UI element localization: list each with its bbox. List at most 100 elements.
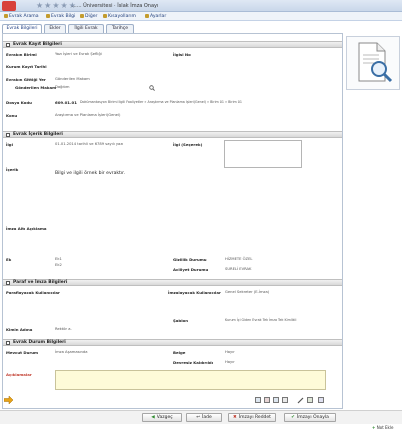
kurum-kayit-tarihi-label: Kurum Kayıt Tarihi (6, 64, 47, 69)
ilgi-seperek-label: İlgi (Seçerek) (173, 142, 203, 147)
evrak-birimi-value: Yazı İşleri ve Evrak Şefliği (55, 52, 102, 56)
tab-tarihce[interactable]: Tarihçe (106, 24, 134, 33)
section-title: Evrak Durum Bilgileri (13, 340, 66, 345)
reject-icon: ✖ (233, 415, 237, 420)
section-title: Evrak Kayıt Bilgileri (13, 42, 62, 47)
search-icon (4, 13, 8, 18)
sablon-label: Şablon (173, 318, 188, 323)
button-label: Vazgeç (156, 415, 173, 420)
window-title: ...... Üniversitesi · İslak İmza Onayı (72, 3, 159, 9)
approve-icon: ✔ (291, 415, 295, 420)
return-icon: ↩ (196, 415, 201, 420)
menu-label: Evrak Arama (9, 14, 39, 19)
ek-label: Ek (6, 257, 12, 262)
konu-label: Konu (6, 113, 18, 118)
icerik-label: İçerik (6, 167, 19, 172)
menu-label: Diğer (85, 14, 98, 19)
document-search-icon (358, 42, 393, 83)
action-bar: ◀ Vazgeç ↩ İade ✖ İmzayı Reddet ✔ İmzayı Ona… (0, 410, 402, 424)
save-icon[interactable] (255, 397, 261, 403)
arrow-right-icon[interactable] (4, 396, 13, 404)
button-label: İmzayı Onayla (296, 415, 329, 420)
section-durum-header[interactable]: Evrak Durum Bilgileri (3, 339, 342, 346)
collapse-icon[interactable] (6, 43, 10, 47)
user-icon[interactable] (318, 397, 324, 403)
search-icon[interactable] (149, 85, 155, 91)
button-label: İmzayı Reddet (238, 415, 271, 420)
devresiz-label: Devresiz Kaldırıldı (173, 360, 214, 365)
gonderilen-makam-value: Dağıtım (55, 85, 70, 89)
dosya-kodu-desc: Dokümantasyon Birimi İlgili Faaliyetler … (80, 100, 242, 104)
aciliyet-label: Aciliyet Durumu (173, 267, 209, 272)
folder-icon (80, 13, 84, 18)
menu-diger[interactable]: Diğer (80, 12, 97, 21)
evrak-birimi-label: Evrakın Birimi (6, 52, 37, 57)
kimin-adina-value: Rektör a. (55, 327, 72, 331)
dosya-kodu-value: 609.01.01 (55, 100, 77, 105)
not-ekle-label: Not Ekle (376, 425, 394, 430)
document-preview[interactable] (346, 36, 400, 90)
aciklama-textarea[interactable] (55, 370, 326, 390)
section-kayit-header[interactable]: Evrak Kayıt Bilgileri (3, 41, 342, 48)
section-paraf-header[interactable]: Paraf ve İmza Bilgileri (3, 279, 342, 286)
menu-kisayollarim[interactable]: Kısayollarım (103, 12, 136, 21)
ek-value-2: Ek2 (55, 263, 62, 267)
iade-button[interactable]: ↩ İade (186, 413, 222, 422)
tab-ilgili-evrak[interactable]: İlgili Evrak (68, 24, 104, 33)
menu-evrak-arama[interactable]: Evrak Arama (4, 12, 39, 21)
menu-bar: Evrak Arama Evrak Bilgi Diğer Kısayollar… (0, 12, 402, 21)
pen-icon[interactable] (297, 397, 304, 404)
konu-value: Araştırma ve Planlama İşleri(Genel) (55, 113, 121, 117)
mevcut-durum-label: Mevcut Durum (6, 350, 39, 355)
ilgi-seperek-field[interactable] (224, 140, 302, 168)
form-toolbar (2, 393, 343, 407)
mevcut-durum-value: İmza Aşamasında (55, 350, 88, 354)
back-arrow-icon: ◀ (151, 415, 155, 420)
attachment-icon[interactable] (282, 397, 288, 403)
section-title: Paraf ve İmza Bilgileri (13, 280, 68, 285)
gizlilik-value: HİZMETE ÖZEL (225, 257, 253, 261)
button-label: İade (202, 415, 212, 420)
gonderilen-makam-label: Gönderilen Makam (15, 85, 57, 90)
tab-ekler[interactable]: Ekler (44, 24, 66, 33)
imzalayacak-label: İmzalayacak Kullanıcılar (168, 290, 221, 295)
section-title: Evrak İçerik Bilgileri (13, 132, 63, 137)
dosya-kodu-label: Dosya Kodu (6, 100, 32, 105)
menu-label: Ayarlar (150, 14, 167, 19)
gear-icon (145, 13, 149, 18)
belge-value: Hayır (225, 350, 235, 354)
imza-alti-label: İmza Altı Açıklama (6, 226, 47, 231)
evrak-form: Evrak Kayıt Bilgileri Evrakın Birimi Yaz… (2, 33, 343, 409)
ilgisi-no-label: İlgisi No (173, 52, 191, 57)
menu-ayarlar[interactable]: Ayarlar (145, 12, 166, 21)
favorite-stars[interactable]: ★★★★★ (36, 0, 77, 12)
sablon-value: Kurum İçi Giden Evrak Tek İmza Tek Kimli… (225, 318, 297, 322)
paraflayacak-label: Paraflayacak Kullanıcılar (6, 290, 60, 295)
shortcut-icon (103, 13, 107, 18)
section-icerik-header[interactable]: Evrak İçerik Bilgileri (3, 131, 342, 138)
vazgec-button[interactable]: ◀ Vazgeç (142, 413, 182, 422)
gizlilik-label: Gizlilik Durumu (173, 257, 207, 262)
not-ekle-link[interactable]: + Not Ekle (372, 425, 393, 431)
collapse-icon[interactable] (6, 341, 10, 345)
imzayi-reddet-button[interactable]: ✖ İmzayı Reddet (228, 413, 276, 422)
gittigi-yer-value: Gönderilen Makam (55, 77, 90, 81)
mail-icon[interactable] (273, 397, 279, 403)
app-logo-icon (2, 1, 16, 11)
imzayi-onayla-button[interactable]: ✔ İmzayı Onayla (284, 413, 336, 422)
kimin-adina-label: Kimin Adına (6, 327, 33, 332)
collapse-icon[interactable] (6, 133, 10, 137)
menu-evrak-bilgi[interactable]: Evrak Bilgi (46, 12, 75, 21)
gittigi-yer-label: Evrakın Gittiği Yer (6, 77, 46, 82)
print-icon[interactable] (264, 397, 270, 403)
devresiz-value: Hayır (225, 360, 235, 364)
collapse-icon[interactable] (6, 281, 10, 285)
ilgi-label: İlgi (6, 142, 13, 147)
belge-label: Belge (173, 350, 186, 355)
menu-label: Kısayollarım (108, 14, 137, 19)
menu-label: Evrak Bilgi (51, 14, 76, 19)
ek-value-1: Ek1 (55, 257, 62, 261)
history-icon[interactable] (307, 397, 313, 403)
imzalayacak-value: Genel Sekreter (E-İmza) (225, 290, 270, 294)
title-bar: ★★★★★ ...... Üniversitesi · İslak İmza O… (0, 0, 402, 12)
